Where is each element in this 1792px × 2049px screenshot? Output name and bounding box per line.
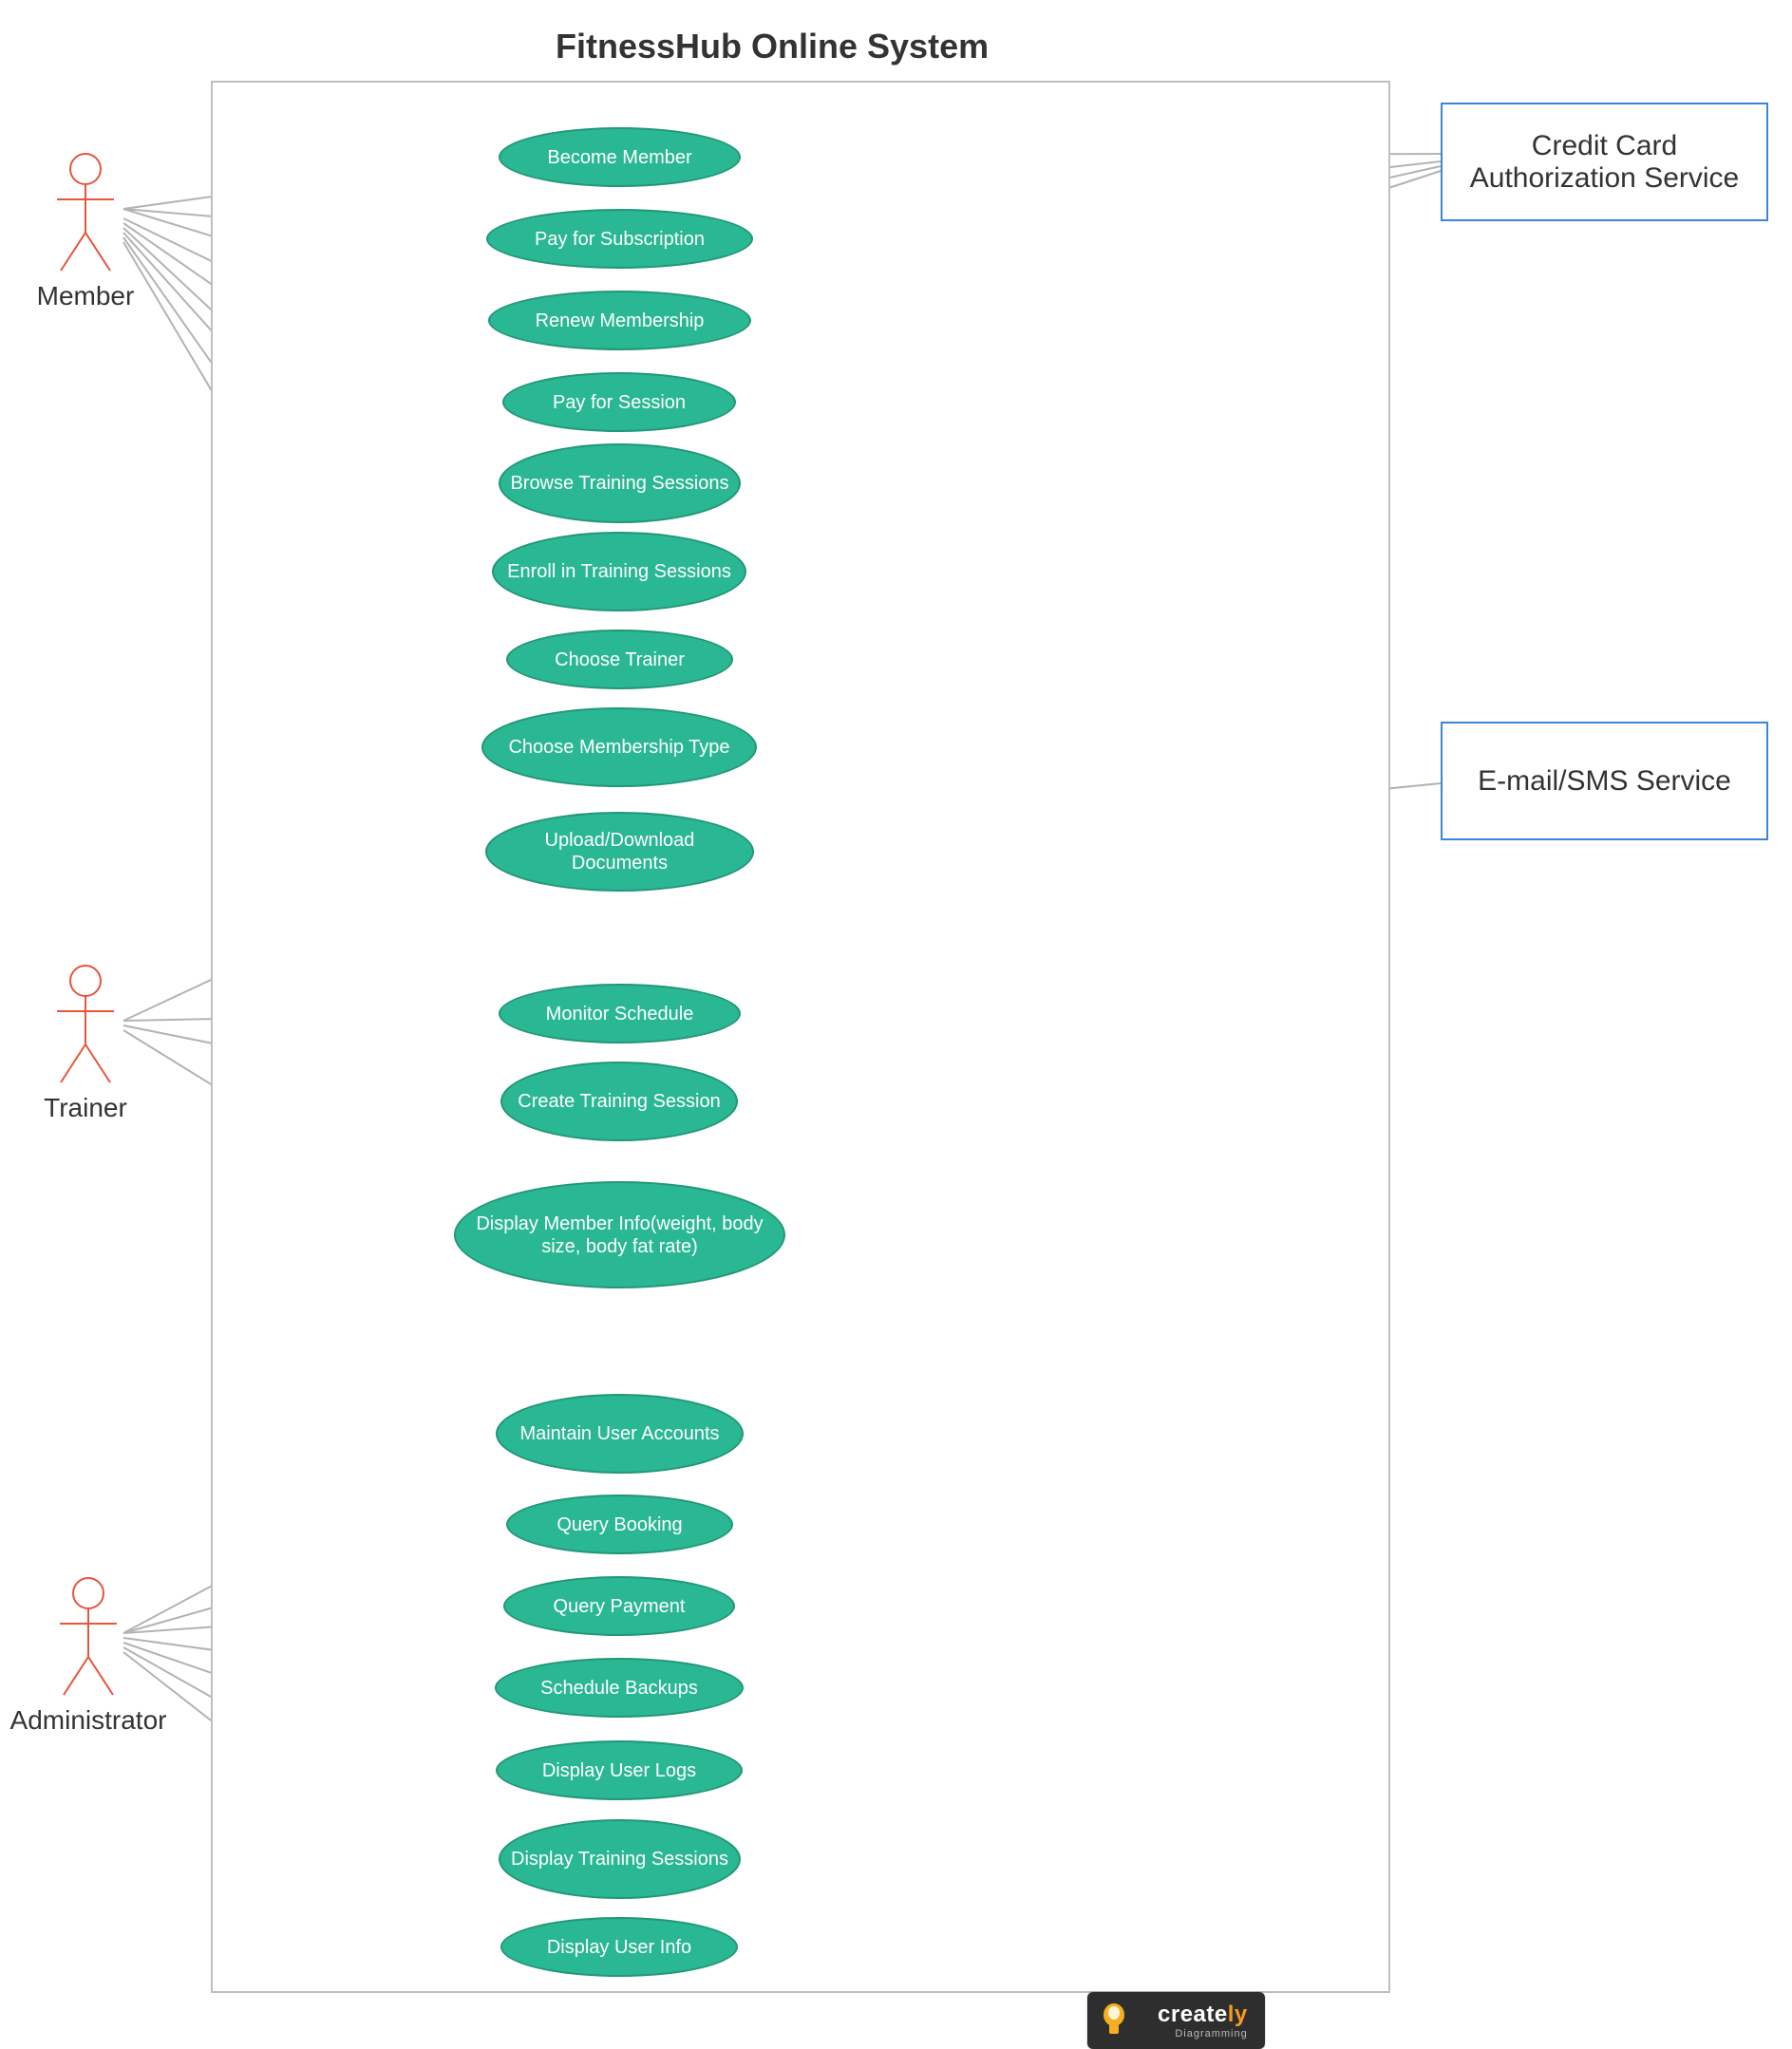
usecase-label: Query Booking xyxy=(556,1513,682,1536)
actor-administrator-label: Administrator xyxy=(8,1705,169,1736)
usecase-pay-session: Pay for Session xyxy=(502,372,736,432)
usecase-label: Display User Info xyxy=(547,1936,691,1959)
actor-member: Member xyxy=(28,152,142,311)
usecase-label: Display Member Info(weight, body size, b… xyxy=(463,1212,776,1258)
actor-administrator: Administrator xyxy=(8,1576,169,1736)
usecase-label: Monitor Schedule xyxy=(546,1003,694,1025)
logo-text: creately Diagramming xyxy=(1141,1992,1265,2049)
usecase-query-booking: Query Booking xyxy=(506,1494,733,1554)
usecase-label: Display Training Sessions xyxy=(511,1848,728,1870)
actor-member-label: Member xyxy=(28,281,142,311)
usecase-enroll-sessions: Enroll in Training Sessions xyxy=(492,532,746,611)
stick-figure-icon xyxy=(47,964,123,1087)
usecase-label: Choose Membership Type xyxy=(508,736,729,759)
usecase-monitor-schedule: Monitor Schedule xyxy=(499,984,741,1043)
usecase-label: Pay for Subscription xyxy=(535,228,705,251)
usecase-label: Maintain User Accounts xyxy=(519,1422,719,1445)
usecase-display-user-logs: Display User Logs xyxy=(496,1740,743,1800)
system-boundary xyxy=(211,81,1390,1993)
usecase-display-member-info: Display Member Info(weight, body size, b… xyxy=(454,1181,785,1288)
lightbulb-icon xyxy=(1087,1992,1141,2049)
usecase-schedule-backups: Schedule Backups xyxy=(495,1658,744,1718)
service-credit-card: Credit Card Authorization Service xyxy=(1441,103,1768,221)
usecase-display-training-sessions: Display Training Sessions xyxy=(499,1819,741,1899)
usecase-choose-trainer: Choose Trainer xyxy=(506,630,733,689)
actor-trainer-label: Trainer xyxy=(28,1093,142,1123)
service-label: E-mail/SMS Service xyxy=(1478,765,1731,798)
usecase-label: Schedule Backups xyxy=(540,1677,698,1700)
usecase-display-user-info: Display User Info xyxy=(500,1917,738,1977)
usecase-maintain-user-accounts: Maintain User Accounts xyxy=(496,1394,744,1474)
usecase-label: Become Member xyxy=(547,146,691,169)
logo-brand-main: create xyxy=(1158,2002,1228,2027)
actor-trainer: Trainer xyxy=(28,964,142,1123)
service-label: Credit Card Authorization Service xyxy=(1450,130,1759,195)
diagram-title: FitnessHub Online System xyxy=(556,27,989,66)
usecase-label: Query Payment xyxy=(554,1595,686,1618)
stick-figure-icon xyxy=(50,1576,126,1700)
usecase-label: Upload/Download Documents xyxy=(495,829,745,874)
creately-logo: creately Diagramming xyxy=(1087,1992,1265,2049)
usecase-choose-membership-type: Choose Membership Type xyxy=(481,707,757,787)
usecase-pay-subscription: Pay for Subscription xyxy=(486,209,753,269)
stick-figure-icon xyxy=(47,152,123,275)
usecase-label: Display User Logs xyxy=(542,1759,696,1782)
usecase-query-payment: Query Payment xyxy=(503,1576,735,1636)
usecase-create-training-session: Create Training Session xyxy=(500,1062,738,1141)
usecase-renew-membership: Renew Membership xyxy=(488,291,751,350)
usecase-label: Renew Membership xyxy=(536,310,705,332)
diagram-canvas: FitnessHub Online System Member T xyxy=(0,0,1792,2049)
usecase-browse-sessions: Browse Training Sessions xyxy=(499,443,741,523)
usecase-label: Enroll in Training Sessions xyxy=(507,560,731,583)
usecase-label: Create Training Session xyxy=(518,1090,720,1113)
usecase-label: Choose Trainer xyxy=(555,649,685,671)
service-email-sms: E-mail/SMS Service xyxy=(1441,722,1768,840)
logo-brand-suffix: ly xyxy=(1228,2002,1248,2027)
usecase-upload-download-docs: Upload/Download Documents xyxy=(485,812,754,892)
usecase-label: Pay for Session xyxy=(553,391,686,414)
usecase-become-member: Become Member xyxy=(499,127,741,187)
logo-tagline: Diagramming xyxy=(1158,2028,1248,2040)
usecase-label: Browse Training Sessions xyxy=(510,472,728,495)
